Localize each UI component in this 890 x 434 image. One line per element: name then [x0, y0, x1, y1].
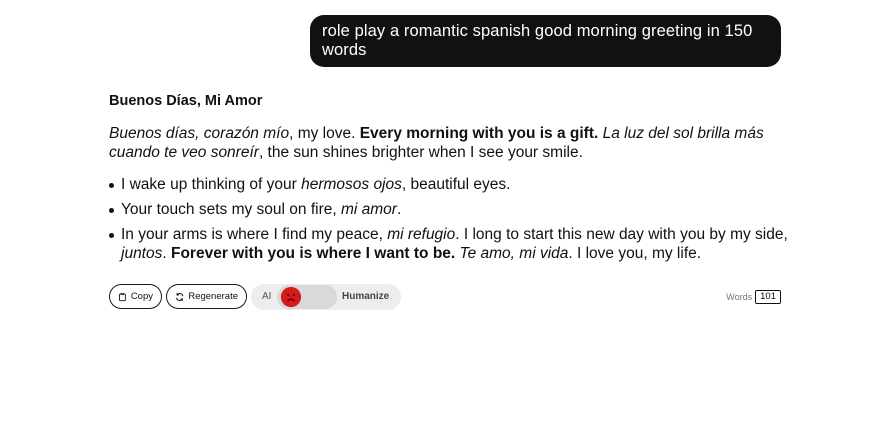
user-message-text: role play a romantic spanish good mornin… — [322, 22, 753, 59]
list-item: I wake up thinking of your hermosos ojos… — [109, 175, 789, 194]
bullet-dot-icon — [109, 183, 114, 188]
paragraph-bold-1: Every morning with you is a gift. — [359, 125, 599, 142]
list-item: Your touch sets my soul on fire, mi amor… — [109, 200, 789, 219]
bullet-text: . I love you, my life. — [568, 245, 702, 262]
humanize-ai-label: AI — [262, 291, 272, 302]
paragraph-italic-1: Buenos días, corazón mío — [109, 125, 290, 142]
words-label: Words — [726, 292, 753, 302]
bullet-text: I wake up thinking of your — [121, 176, 302, 193]
bullet-bold: Forever with you is where I want to be. — [171, 245, 456, 262]
regenerate-button[interactable]: Regenerate — [166, 284, 247, 309]
refresh-icon — [176, 292, 184, 301]
word-count-badge: 101 — [755, 290, 781, 304]
response-paragraph: Buenos días, corazón mío, my love. Every… — [109, 124, 789, 162]
bullet-italic: Te amo, mi vida — [459, 245, 569, 262]
sad-face-icon[interactable] — [281, 287, 301, 307]
bullet-text: , beautiful eyes. — [401, 176, 511, 193]
bullet-italic: mi amor — [340, 201, 397, 218]
response-bullet-list: I wake up thinking of your hermosos ojos… — [109, 175, 789, 263]
user-message-bubble: role play a romantic spanish good mornin… — [310, 15, 781, 67]
bullet-dot-icon — [109, 233, 114, 238]
response-title: Buenos Días, Mi Amor — [109, 93, 263, 109]
response-action-bar: Copy Regenerate AI Humanize Words 101 — [109, 284, 781, 310]
humanize-toggle[interactable]: AI Humanize — [251, 284, 401, 310]
copy-label: Copy — [130, 291, 153, 302]
bullet-italic: mi refugio — [387, 226, 456, 243]
clipboard-icon — [119, 292, 126, 301]
copy-button[interactable]: Copy — [109, 284, 162, 309]
assistant-response: Buenos Días, Mi Amor Buenos días, corazó… — [109, 92, 789, 269]
humanize-label: Humanize — [342, 291, 390, 302]
bullet-italic: juntos — [121, 245, 163, 262]
bullet-text: In your arms is where I find my peace, — [121, 226, 388, 243]
list-item: In your arms is where I find my peace, m… — [109, 225, 789, 263]
bullet-dot-icon — [109, 208, 114, 213]
bullet-text: . — [396, 201, 402, 218]
word-count-display: Words 101 — [726, 290, 781, 304]
bullet-text: . — [162, 245, 171, 262]
paragraph-text-1: , my love. — [289, 125, 360, 142]
bullet-text: Your touch sets my soul on fire, — [121, 201, 341, 218]
regenerate-label: Regenerate — [188, 291, 238, 302]
bullet-text: . I long to start this new day with you … — [455, 226, 788, 243]
paragraph-text-2: , the sun shines brighter when I see you… — [258, 144, 583, 161]
bullet-italic: hermosos ojos — [301, 176, 402, 193]
